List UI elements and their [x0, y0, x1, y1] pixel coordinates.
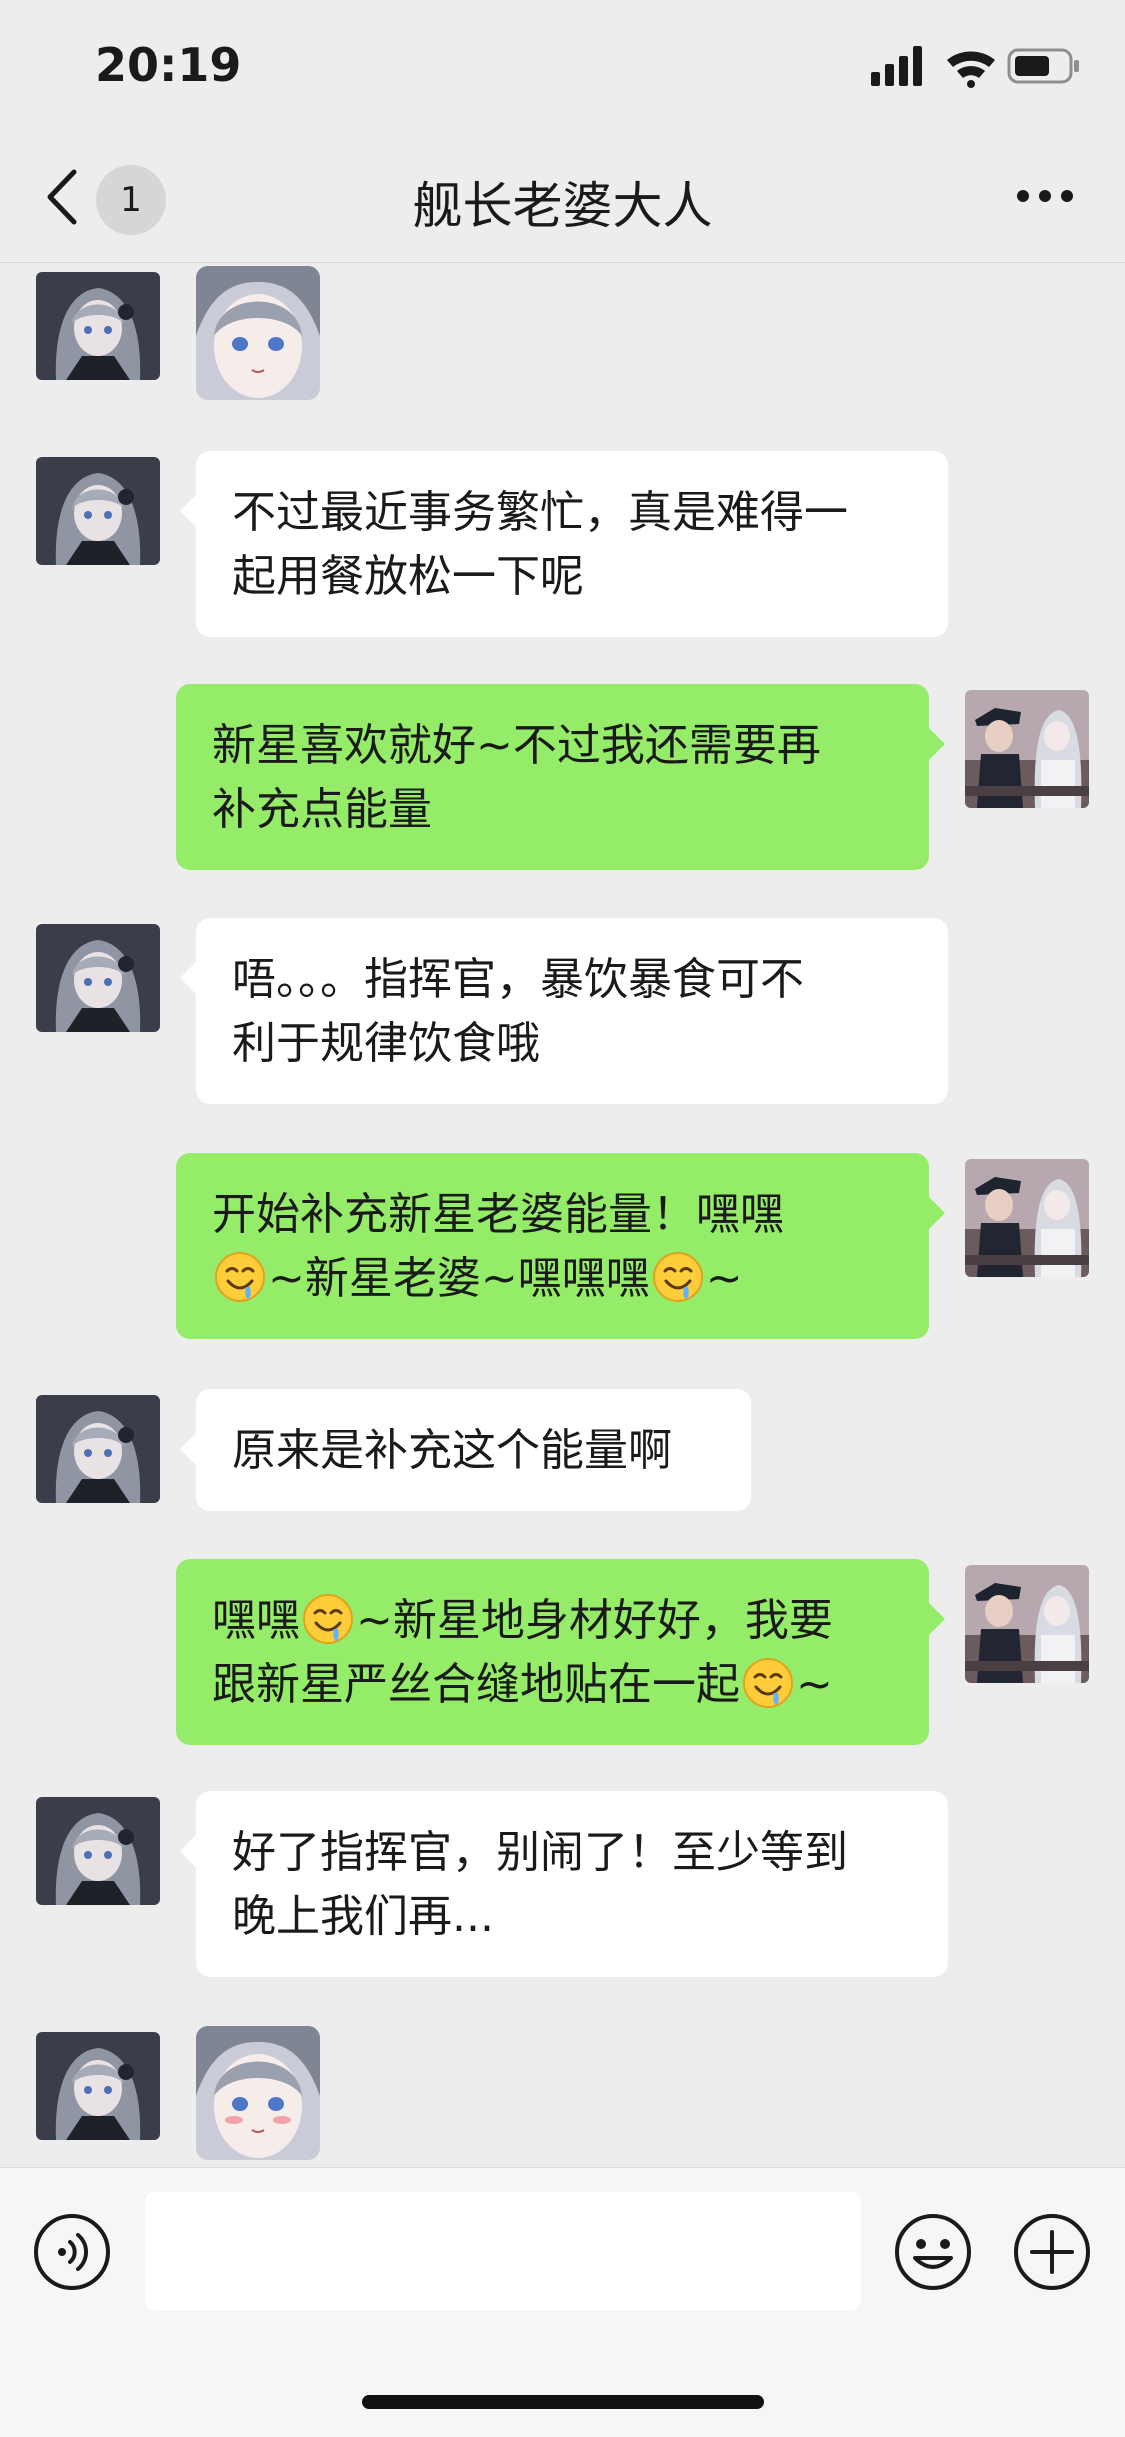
message-row-in: 好了指挥官，别闹了！至少等到 晚上我们再...: [0, 1791, 1125, 1977]
message-text: 跟新星严丝合缝地贴在一起: [212, 1659, 740, 1710]
message-text: ~新星地身材好好，我要: [356, 1595, 833, 1646]
drooling-smile-emoji: [303, 1594, 353, 1644]
my-avatar[interactable]: [965, 690, 1089, 808]
drooling-smile-emoji: [215, 1252, 265, 1302]
plus-icon[interactable]: [1012, 2212, 1092, 2292]
message-bubble[interactable]: 唔。。。指挥官，暴饮暴食可不 利于规律饮食哦: [180, 918, 948, 1104]
message-line: 新星喜欢就好~不过我还需要再: [212, 714, 893, 778]
battery-icon: [1007, 48, 1079, 84]
drooling-smile-emoji: [652, 1252, 703, 1302]
message-text: 开始补充新星老婆能量！嘿嘿: [212, 1189, 784, 1240]
contact-avatar[interactable]: [36, 457, 160, 565]
my-avatar[interactable]: [965, 1565, 1089, 1683]
chat-message-list[interactable]: 不过最近事务繁忙，真是难得一 起用餐放松一下呢新星喜欢就好~不过我还需要再 补充点能…: [0, 262, 1125, 2167]
status-bar: 20:19: [0, 0, 1125, 132]
message-text: 起用餐放松一下呢: [232, 551, 584, 602]
message-row-in: [0, 2026, 1125, 2167]
message-line: 利于规律饮食哦: [232, 1012, 912, 1076]
contact-avatar[interactable]: [36, 1395, 160, 1503]
status-icons: [871, 46, 1079, 88]
message-bubble[interactable]: 不过最近事务繁忙，真是难得一 起用餐放松一下呢: [180, 451, 948, 637]
message-row-in: [0, 266, 1125, 432]
message-text: 原来是补充这个能量啊: [232, 1425, 672, 1476]
message-row-out: 嘿嘿 ~新星地身材好好，我要跟新星严丝合缝地贴在一起 ~: [0, 1559, 1125, 1745]
message-line: 不过最近事务繁忙，真是难得一: [232, 481, 912, 545]
message-text: 不过最近事务繁忙，真是难得一: [232, 487, 848, 538]
wifi-icon: [947, 51, 995, 88]
message-bubble[interactable]: 新星喜欢就好~不过我还需要再 补充点能量: [176, 684, 945, 870]
message-line: 补充点能量: [212, 778, 893, 842]
message-row-out: 新星喜欢就好~不过我还需要再 补充点能量: [0, 684, 1125, 870]
message-bubble[interactable]: 原来是补充这个能量啊: [180, 1389, 751, 1511]
message-bubble[interactable]: 开始补充新星老婆能量！嘿嘿 ~新星老婆~嘿嘿嘿 ~: [176, 1153, 945, 1339]
message-line: 晚上我们再...: [232, 1885, 912, 1949]
nav-bar: 1 舰长老婆大人: [0, 132, 1125, 263]
message-text: ~: [796, 1659, 833, 1710]
message-line: ~新星老婆~嘿嘿嘿 ~: [212, 1247, 893, 1311]
message-bubble[interactable]: 嘿嘿 ~新星地身材好好，我要跟新星严丝合缝地贴在一起 ~: [176, 1559, 945, 1745]
signal-icon: [871, 46, 922, 86]
contact-avatar[interactable]: [36, 2032, 160, 2140]
emoji-icon[interactable]: [893, 2212, 973, 2292]
more-icon[interactable]: [1015, 182, 1075, 210]
message-text: 嘿嘿: [212, 1595, 300, 1646]
message-text: 好了指挥官，别闹了！至少等到: [232, 1827, 848, 1878]
message-line: 开始补充新星老婆能量！嘿嘿: [212, 1183, 893, 1247]
status-time: 20:19: [95, 38, 242, 92]
message-text: 利于规律饮食哦: [232, 1018, 540, 1069]
contact-avatar[interactable]: [36, 924, 160, 1032]
message-line: 好了指挥官，别闹了！至少等到: [232, 1821, 912, 1885]
message-row-in: 唔。。。指挥官，暴饮暴食可不 利于规律饮食哦: [0, 918, 1125, 1104]
message-input[interactable]: [145, 2192, 861, 2310]
message-line: 跟新星严丝合缝地贴在一起 ~: [212, 1653, 893, 1717]
message-text: 晚上我们再...: [232, 1891, 494, 1942]
sticker-message[interactable]: [196, 2026, 320, 2160]
message-line: 嘿嘿 ~新星地身材好好，我要: [212, 1589, 893, 1653]
message-text: ~: [705, 1253, 743, 1304]
message-row-in: 不过最近事务繁忙，真是难得一 起用餐放松一下呢: [0, 451, 1125, 637]
message-row-out: 开始补充新星老婆能量！嘿嘿 ~新星老婆~嘿嘿嘿 ~: [0, 1153, 1125, 1339]
home-indicator: [362, 2395, 764, 2409]
message-bubble[interactable]: 好了指挥官，别闹了！至少等到 晚上我们再...: [180, 1791, 948, 1977]
message-line: 唔。。。指挥官，暴饮暴食可不: [232, 948, 912, 1012]
message-text: 唔。。。指挥官，暴饮暴食可不: [232, 954, 804, 1005]
message-line: 起用餐放松一下呢: [232, 545, 912, 609]
chat-title: 舰长老婆大人: [412, 177, 713, 235]
message-line: 原来是补充这个能量啊: [232, 1419, 715, 1483]
message-row-in: 原来是补充这个能量啊: [0, 1389, 1125, 1555]
voice-icon[interactable]: [32, 2212, 112, 2292]
message-text: ~新星老婆~嘿嘿嘿: [268, 1253, 650, 1304]
contact-avatar[interactable]: [36, 1797, 160, 1905]
contact-avatar[interactable]: [36, 272, 160, 380]
message-text: 新星喜欢就好~不过我还需要再: [212, 720, 821, 771]
drooling-smile-emoji: [743, 1658, 793, 1708]
sticker-message[interactable]: [196, 266, 320, 400]
message-text: 补充点能量: [212, 784, 432, 835]
my-avatar[interactable]: [965, 1159, 1089, 1277]
